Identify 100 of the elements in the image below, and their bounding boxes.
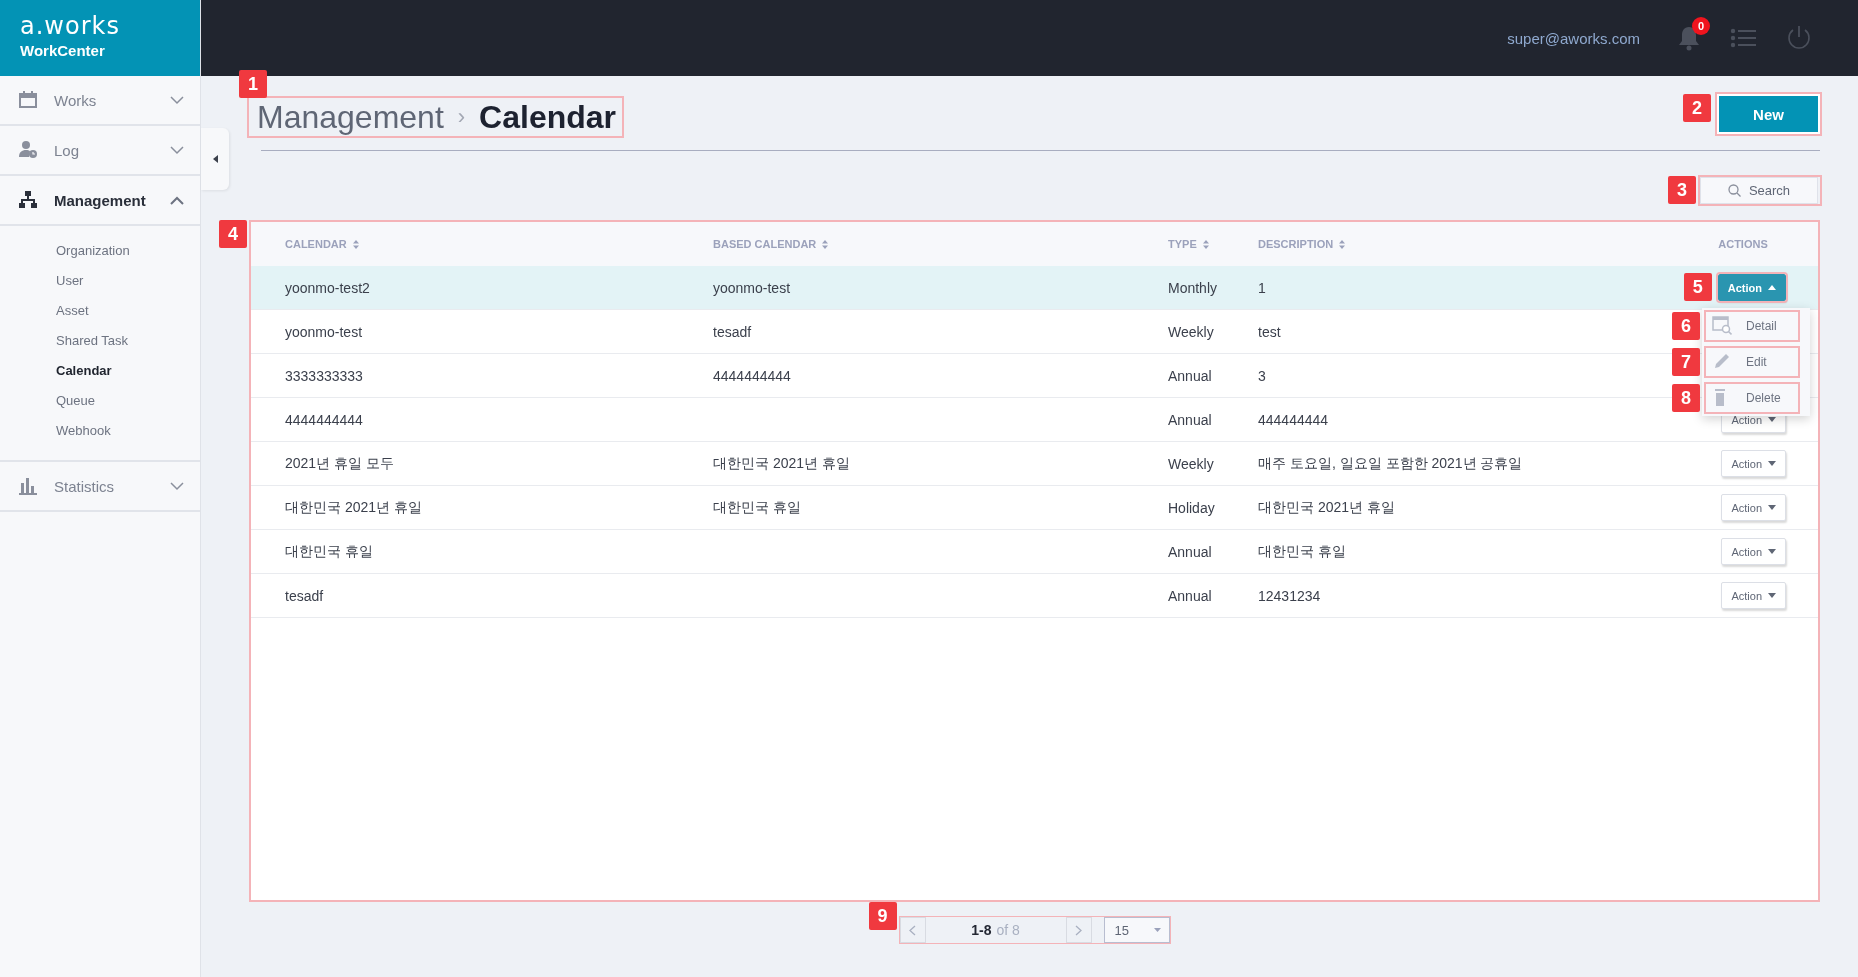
table-cell-text: yoonmo-test — [285, 323, 364, 340]
breadcrumb-parent[interactable]: Management — [257, 98, 444, 136]
callout-badge: 9 — [868, 902, 897, 930]
chevron-right-icon — [1075, 924, 1082, 936]
action-button[interactable]: Action — [1721, 538, 1786, 565]
nav-subitem[interactable]: Organization — [56, 236, 130, 266]
hierarchy-icon — [18, 190, 38, 210]
nav-item[interactable]: Log — [0, 126, 200, 176]
nav-item[interactable]: Management — [0, 176, 200, 226]
table-cell-text: test — [1258, 323, 1282, 340]
caret-up-icon — [1768, 285, 1776, 290]
table-cell-text: 444444444 — [1258, 411, 1330, 428]
table-cell-text: Annual — [1168, 543, 1213, 560]
page-title: Calendar — [479, 98, 617, 136]
nav-subitem[interactable]: Calendar — [56, 356, 112, 386]
table-cell-text: Weekly — [1168, 323, 1215, 340]
table-cell-text: Annual — [1168, 587, 1213, 604]
table-cell-text: 대한민국 2021년 휴일 — [285, 498, 423, 517]
nav-subitem[interactable]: Asset — [56, 296, 89, 326]
callout-badge: 7 — [1672, 348, 1700, 376]
callout-badge: 6 — [1672, 312, 1700, 340]
callout-badge: 4 — [219, 220, 247, 248]
column-header: ACTIONS — [1718, 238, 1768, 250]
nav-subitem[interactable]: User — [56, 266, 84, 296]
caret-left-icon — [212, 155, 218, 163]
bell-icon[interactable] — [1678, 25, 1700, 51]
nav-subitem[interactable]: Webhook — [56, 416, 111, 446]
table-cell-text: Monthly — [1168, 279, 1219, 296]
column-header[interactable]: CALENDAR — [285, 238, 359, 250]
chevron-left-icon — [909, 924, 916, 936]
table-cell-text: Annual — [1168, 367, 1213, 384]
sort-icon — [1202, 239, 1209, 249]
table-cell-text: 대한민국 휴일 — [1258, 542, 1347, 561]
detail-icon — [1712, 316, 1732, 336]
notification-count: 0 — [1692, 17, 1710, 35]
nav-item[interactable]: Works — [0, 76, 200, 126]
action-button[interactable]: Action — [1721, 450, 1786, 477]
new-button[interactable]: New — [1717, 94, 1820, 134]
caret-down-icon — [1768, 549, 1776, 554]
nav-subitem[interactable]: Queue — [56, 386, 96, 416]
previous-page-button[interactable] — [899, 917, 926, 943]
action-button[interactable]: Action — [1717, 274, 1786, 301]
column-header[interactable]: DESCRIPTION — [1258, 238, 1346, 250]
table-cell-text: 3 — [1258, 367, 1267, 384]
table-cell-text: Holiday — [1168, 499, 1216, 516]
breadcrumb-separator: › — [457, 104, 466, 130]
page-range: 1-8 — [971, 922, 992, 938]
table-cell-text: Weekly — [1168, 455, 1215, 472]
action-button[interactable]: Action — [1721, 494, 1786, 521]
column-header[interactable]: BASED CALENDAR — [713, 238, 829, 250]
table-cell-text: 3333333333 — [285, 367, 364, 384]
table-cell-text: yoonmo-test2 — [285, 279, 371, 296]
chevron-up-icon — [170, 195, 184, 205]
power-icon[interactable] — [1786, 25, 1812, 51]
sort-icon — [352, 239, 359, 249]
callout-badge: 2 — [1683, 94, 1711, 122]
calendar-icon — [18, 90, 38, 110]
callout-badge: 1 — [239, 70, 267, 98]
list-icon[interactable] — [1730, 28, 1756, 48]
table-cell-text: tesadf — [713, 323, 753, 340]
column-header[interactable]: TYPE — [1168, 238, 1209, 250]
caret-down-icon — [1768, 505, 1776, 510]
bar-chart-icon — [18, 476, 38, 496]
table-cell-text: 4444444444 — [285, 411, 364, 428]
caret-down-icon — [1768, 593, 1776, 598]
table-cell-text: yoonmo-test — [713, 279, 792, 296]
menu-item[interactable]: Detail — [1706, 312, 1798, 340]
caret-down-icon — [1768, 461, 1776, 466]
menu-item[interactable]: Delete — [1706, 384, 1798, 412]
table-cell-text: 2021년 휴일 모두 — [285, 454, 395, 473]
table-cell-text: tesadf — [285, 587, 325, 604]
table-cell-text: Annual — [1168, 411, 1213, 428]
menu-item[interactable]: Edit — [1706, 348, 1798, 376]
chevron-down-icon — [170, 145, 184, 155]
table-cell-text: 대한민국 2021년 휴일 — [713, 454, 851, 473]
chevron-down-icon — [170, 481, 184, 491]
total-count: of 8 — [996, 922, 1020, 938]
table-cell-text: 대한민국 2021년 휴일 — [1258, 498, 1396, 517]
sort-icon — [822, 239, 829, 249]
user-email[interactable]: super@aworks.com — [1507, 29, 1640, 47]
page-size-select[interactable]: 15 — [1103, 917, 1170, 943]
logo: a.works — [20, 12, 120, 40]
table-cell-text: 4444444444 — [713, 367, 792, 384]
search-icon — [1727, 184, 1741, 197]
caret-down-icon — [1153, 928, 1161, 932]
callout-badge: 5 — [1683, 273, 1712, 301]
nav-item[interactable]: Statistics — [0, 462, 200, 512]
sidebar-toggle[interactable] — [201, 128, 229, 190]
sort-icon — [1339, 239, 1346, 249]
action-button[interactable]: Action — [1721, 582, 1786, 609]
table-cell-text: 매주 토요일, 일요일 포함한 2021년 공휴일 — [1258, 454, 1524, 473]
table-cell-text: 대한민국 휴일 — [285, 542, 374, 561]
callout-badge: 3 — [1668, 176, 1696, 204]
next-page-button[interactable] — [1065, 917, 1092, 943]
nav-subitem[interactable]: Shared Task — [56, 326, 129, 356]
search-button[interactable]: Search — [1700, 177, 1818, 204]
table-cell-text: 1 — [1258, 279, 1267, 296]
callout-badge: 8 — [1672, 384, 1700, 412]
table-cell-text: 대한민국 휴일 — [713, 498, 802, 517]
chevron-down-icon — [170, 95, 184, 105]
